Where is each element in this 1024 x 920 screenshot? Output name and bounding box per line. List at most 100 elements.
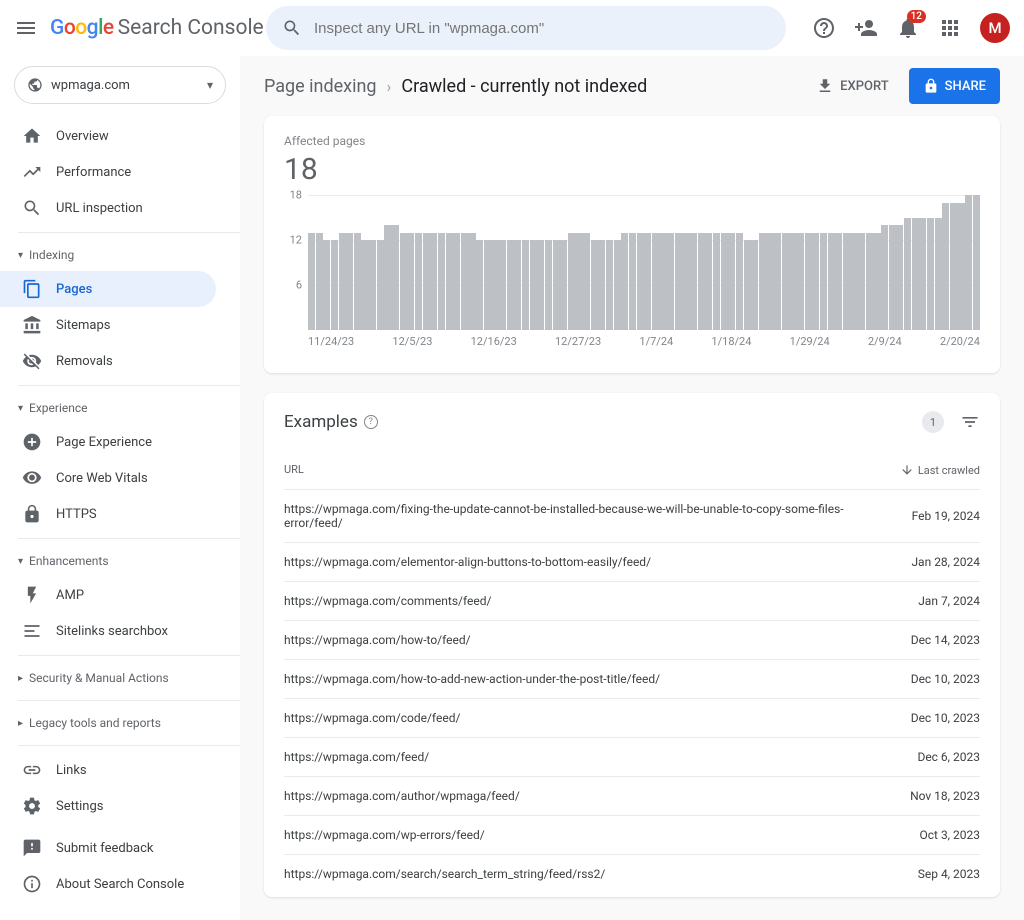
chart-bar[interactable] <box>446 233 453 331</box>
chart-bar[interactable] <box>606 240 613 330</box>
chart-bar[interactable] <box>652 233 659 331</box>
chart-bar[interactable] <box>423 233 430 331</box>
page-indicator[interactable]: 1 <box>922 411 944 433</box>
section-legacy[interactable]: ▸Legacy tools and reports <box>0 707 240 739</box>
chart-bar[interactable] <box>537 240 544 330</box>
chart-bar[interactable] <box>942 203 949 331</box>
chart-bar[interactable] <box>713 233 720 331</box>
table-row[interactable]: https://wpmaga.com/feed/ Dec 6, 2023 <box>284 737 980 776</box>
chart-bar[interactable] <box>499 240 506 330</box>
chart-bar[interactable] <box>331 240 338 330</box>
chart-bar[interactable] <box>820 233 827 331</box>
chart-bar[interactable] <box>957 203 964 331</box>
chart-bar[interactable] <box>675 233 682 331</box>
chart-bar[interactable] <box>621 233 628 331</box>
notifications-icon[interactable]: 12 <box>896 16 920 40</box>
chart-bar[interactable] <box>744 240 751 330</box>
chart-bar[interactable] <box>912 218 919 331</box>
chart-bar[interactable] <box>698 233 705 331</box>
nav-sitelinks-searchbox[interactable]: Sitelinks searchbox <box>0 613 216 649</box>
table-row[interactable]: https://wpmaga.com/wp-errors/feed/ Oct 3… <box>284 815 980 854</box>
chart-bar[interactable] <box>812 233 819 331</box>
nav-about-search-console[interactable]: About Search Console <box>0 866 216 902</box>
chart-bar[interactable] <box>392 225 399 330</box>
help-icon[interactable]: ? <box>364 415 378 429</box>
logo[interactable]: Google Search Console <box>50 16 264 40</box>
chart-bar[interactable] <box>637 233 644 331</box>
chart-bar[interactable] <box>545 240 552 330</box>
chart-bar[interactable] <box>828 233 835 331</box>
chart-bar[interactable] <box>354 233 361 331</box>
chart-bar[interactable] <box>973 195 980 330</box>
help-icon[interactable] <box>812 16 836 40</box>
chart-bar[interactable] <box>568 233 575 331</box>
nav-page-experience[interactable]: Page Experience <box>0 424 216 460</box>
table-row[interactable]: https://wpmaga.com/fixing-the-update-can… <box>284 489 980 542</box>
export-button[interactable]: EXPORT <box>808 68 896 104</box>
filter-icon[interactable] <box>960 412 980 432</box>
chart-bar[interactable] <box>751 240 758 330</box>
chart-bar[interactable] <box>721 233 728 331</box>
chart-bar[interactable] <box>881 225 888 330</box>
chart-bar[interactable] <box>476 240 483 330</box>
chart-bar[interactable] <box>575 233 582 331</box>
chart-bar[interactable] <box>858 233 865 331</box>
chart-bar[interactable] <box>873 233 880 331</box>
share-button[interactable]: SHARE <box>909 68 1000 104</box>
chart-bar[interactable] <box>843 233 850 331</box>
chart-bar[interactable] <box>468 233 475 331</box>
chart-bar[interactable] <box>514 240 521 330</box>
chart-bar[interactable] <box>323 240 330 330</box>
chart-bar[interactable] <box>789 233 796 331</box>
table-row[interactable]: https://wpmaga.com/comments/feed/ Jan 7,… <box>284 581 980 620</box>
chart-bar[interactable] <box>927 218 934 331</box>
chart-bar[interactable] <box>866 233 873 331</box>
chart-bar[interactable] <box>560 240 567 330</box>
apps-icon[interactable] <box>938 16 962 40</box>
nav-submit-feedback[interactable]: Submit feedback <box>0 830 216 866</box>
nav-settings[interactable]: Settings <box>0 788 216 824</box>
chart-bar[interactable] <box>889 225 896 330</box>
nav-overview[interactable]: Overview <box>0 118 216 154</box>
chart-bar[interactable] <box>491 240 498 330</box>
chart-bar[interactable] <box>614 240 621 330</box>
section-indexing[interactable]: ▾Indexing <box>0 239 240 271</box>
chart-bar[interactable] <box>774 233 781 331</box>
chart-bar[interactable] <box>591 240 598 330</box>
chart-bar[interactable] <box>453 233 460 331</box>
nav-amp[interactable]: AMP <box>0 577 216 613</box>
chart-bar[interactable] <box>705 233 712 331</box>
nav-url-inspection[interactable]: URL inspection <box>0 190 216 226</box>
property-selector[interactable]: wpmaga.com ▾ <box>14 66 226 104</box>
chart-bar[interactable] <box>407 233 414 331</box>
chart-bar[interactable] <box>965 195 972 330</box>
table-row[interactable]: https://wpmaga.com/how-to-add-new-action… <box>284 659 980 698</box>
chart-bar[interactable] <box>438 233 445 331</box>
table-row[interactable]: https://wpmaga.com/author/wpmaga/feed/ N… <box>284 776 980 815</box>
chart-bar[interactable] <box>766 233 773 331</box>
breadcrumb-parent[interactable]: Page indexing <box>264 76 377 97</box>
chart-bar[interactable] <box>430 233 437 331</box>
chart-bar[interactable] <box>682 233 689 331</box>
chart-bar[interactable] <box>659 233 666 331</box>
table-row[interactable]: https://wpmaga.com/how-to/feed/ Dec 14, … <box>284 620 980 659</box>
chart-bar[interactable] <box>782 233 789 331</box>
section-enhancements[interactable]: ▾Enhancements <box>0 545 240 577</box>
chart-bar[interactable] <box>308 233 315 331</box>
nav-pages[interactable]: Pages <box>0 271 216 307</box>
chart-bar[interactable] <box>384 225 391 330</box>
chart-bar[interactable] <box>598 240 605 330</box>
chart-bar[interactable] <box>797 233 804 331</box>
chart-bar[interactable] <box>728 233 735 331</box>
table-row[interactable]: https://wpmaga.com/elementor-align-butto… <box>284 542 980 581</box>
section-security[interactable]: ▸Security & Manual Actions <box>0 662 240 694</box>
chart-bar[interactable] <box>644 233 651 331</box>
chart-bar[interactable] <box>461 233 468 331</box>
chart-bar[interactable] <box>835 233 842 331</box>
chart-bar[interactable] <box>736 233 743 331</box>
nav-sitemaps[interactable]: Sitemaps <box>0 307 216 343</box>
table-row[interactable]: https://wpmaga.com/search/search_term_st… <box>284 854 980 893</box>
chart-bar[interactable] <box>667 233 674 331</box>
chart-bar[interactable] <box>759 233 766 331</box>
url-inspect-search[interactable] <box>266 6 786 50</box>
